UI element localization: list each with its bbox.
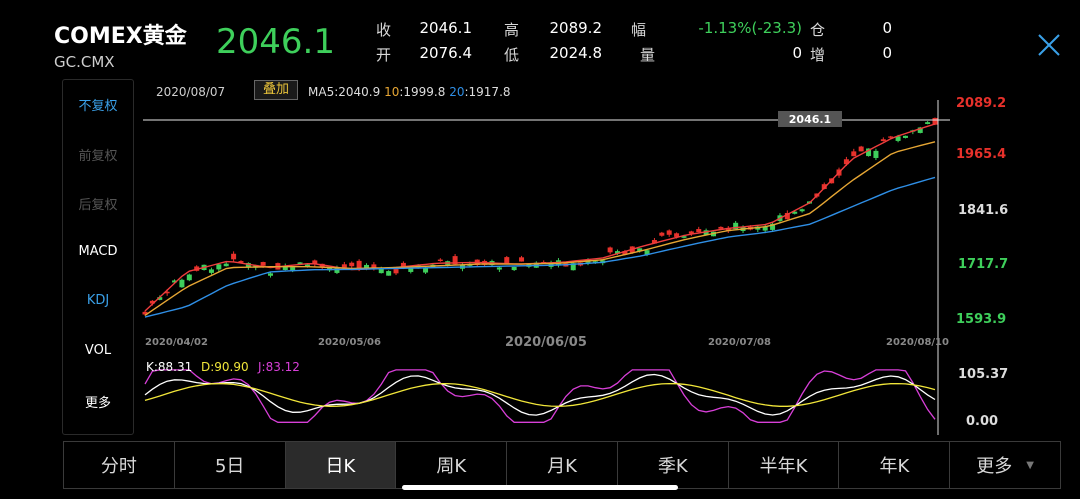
tab-intraday[interactable]: 分时 <box>64 442 175 488</box>
candle-body <box>902 135 908 138</box>
date-axis-label: 2020/08/10 <box>886 337 949 348</box>
candle-body <box>496 267 502 270</box>
candle-body <box>186 274 192 281</box>
candle-body <box>659 232 665 236</box>
kdj-axis-top: 105.37 <box>958 367 1008 382</box>
tab-more-label: 更多 <box>976 456 1013 477</box>
candle-body <box>799 209 805 212</box>
kdj-d-line <box>144 382 936 407</box>
price-axis-lower: 1717.7 <box>958 257 1008 272</box>
tab-quarterly-k[interactable]: 季K <box>618 442 729 488</box>
candle-body <box>386 271 392 276</box>
date-axis-label: 2020/07/08 <box>708 337 771 348</box>
tab-5day[interactable]: 5日 <box>175 442 286 488</box>
candle-body <box>260 262 266 266</box>
candle-body <box>223 263 229 267</box>
kdj-j-readout: J:83.12 <box>257 360 300 374</box>
caret-down-icon: ▼ <box>1026 459 1034 471</box>
kdj-axis-bottom: 0.00 <box>966 414 998 429</box>
candle-body <box>607 247 613 253</box>
tab-weekly-k[interactable]: 周K <box>396 442 508 488</box>
tab-daily-k[interactable]: 日K <box>285 442 397 488</box>
candle-body <box>179 279 185 288</box>
kdj-k-readout: K:88.31 <box>146 360 192 374</box>
candle-body <box>858 146 864 152</box>
ma-line-10 <box>144 141 936 316</box>
candle-body <box>666 230 672 235</box>
candle-body <box>268 273 274 276</box>
tab-yearly-k[interactable]: 年K <box>839 442 951 488</box>
date-axis-label: 2020/06/05 <box>505 335 587 350</box>
home-indicator[interactable] <box>402 485 678 490</box>
candle-body <box>341 264 347 268</box>
candle-body <box>873 150 879 158</box>
candle-body <box>696 229 702 233</box>
candle-body <box>349 262 355 267</box>
price-axis-mid: 1841.6 <box>958 203 1008 218</box>
candle-body <box>880 139 886 142</box>
tab-more[interactable]: 更多 ▼ <box>950 442 1060 488</box>
candle-body <box>216 264 222 270</box>
price-axis-upper: 1965.4 <box>956 147 1006 162</box>
ma-line-20 <box>144 176 936 318</box>
period-tabs: 分时 5日 日K 周K 月K 季K 半年K 年K 更多 ▼ <box>63 441 1061 489</box>
price-axis-high: 2089.2 <box>956 96 1006 111</box>
kdj-d-readout: D:90.90 <box>201 360 249 374</box>
candlestick-chart[interactable]: 2046.1 2089.2 1965.4 1841.6 1717.7 1593.… <box>0 0 1080 440</box>
tab-halfyear-k[interactable]: 半年K <box>729 442 840 488</box>
candle-body <box>393 269 399 274</box>
ma-line-ma5 <box>144 123 936 312</box>
candle-body <box>208 269 214 273</box>
candle-body <box>851 151 857 157</box>
candle-body <box>437 259 443 261</box>
current-price-label: 2046.1 <box>789 113 831 126</box>
candle-body <box>511 266 517 271</box>
candle-body <box>519 257 525 262</box>
tab-monthly-k[interactable]: 月K <box>507 442 618 488</box>
candle-body <box>932 117 938 125</box>
date-axis-label: 2020/04/02 <box>145 337 208 348</box>
kdj-k-line <box>144 373 936 416</box>
candle-body <box>718 226 724 229</box>
candle-body <box>925 122 931 125</box>
candle-body <box>231 253 237 260</box>
price-axis-low: 1593.9 <box>956 312 1006 327</box>
date-axis-label: 2020/05/06 <box>318 337 381 348</box>
